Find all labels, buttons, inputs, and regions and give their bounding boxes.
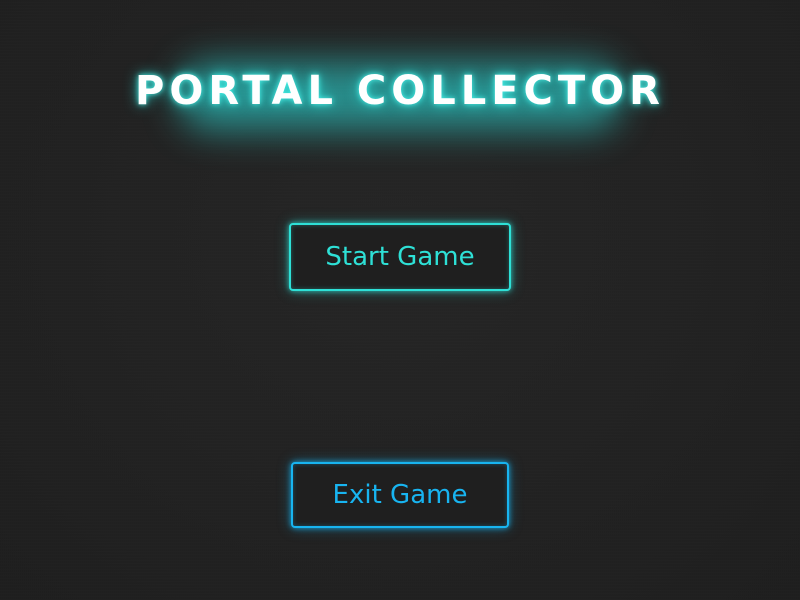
game-title: PORTAL COLLECTOR <box>135 68 665 114</box>
exit-game-label: Exit Game <box>332 480 468 510</box>
start-game-label: Start Game <box>325 242 475 272</box>
exit-game-button[interactable]: Exit Game <box>291 462 509 528</box>
start-game-button[interactable]: Start Game <box>289 223 511 291</box>
main-menu-screen: PORTAL COLLECTOR Start Game Exit Game <box>0 0 800 600</box>
